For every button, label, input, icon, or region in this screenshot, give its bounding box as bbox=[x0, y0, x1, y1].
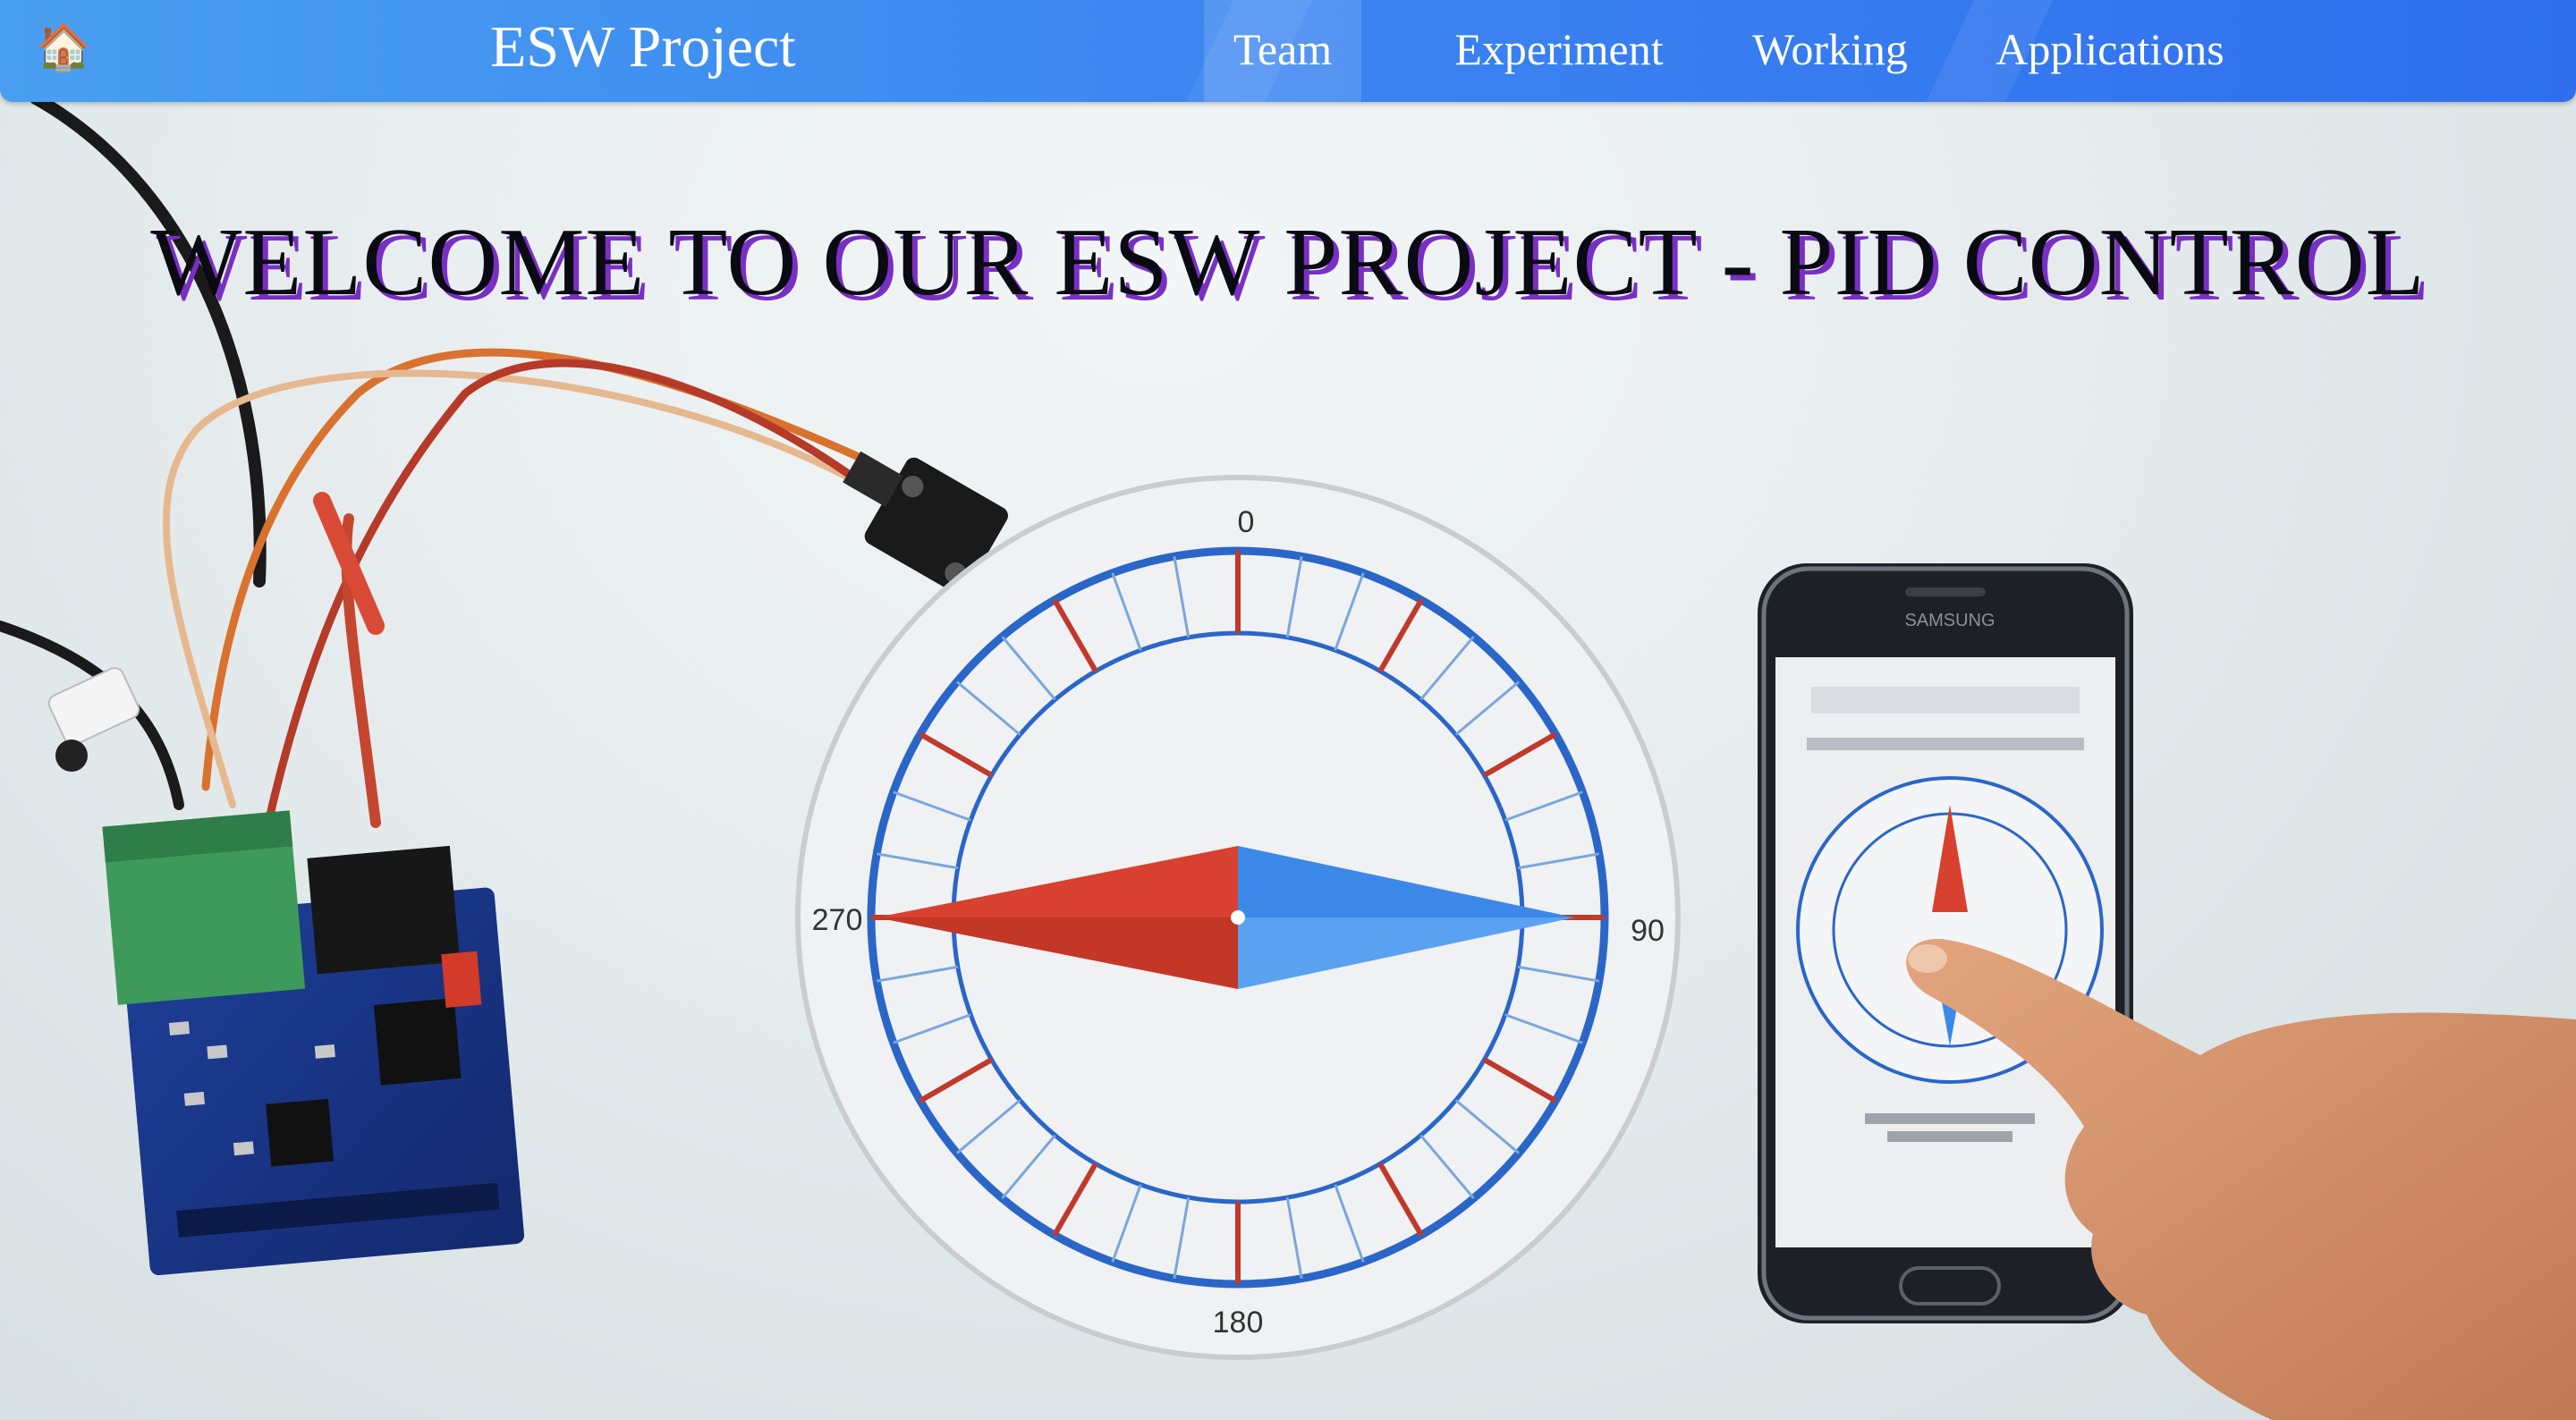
nav-link-experiment[interactable]: Experiment bbox=[1440, 0, 1678, 102]
nav-link-working[interactable]: Working bbox=[1741, 0, 1919, 102]
house-emoji-icon[interactable]: 🏠 bbox=[36, 20, 91, 75]
top-navbar: 🏠 ESW Project Team Experiment Working Ap… bbox=[0, 0, 2576, 102]
compass-label-west: 270 bbox=[812, 903, 863, 937]
brand-title[interactable]: ESW Project bbox=[490, 7, 796, 88]
microcontroller-board bbox=[102, 810, 525, 1276]
compass-dial: 0 90 180 270 bbox=[795, 475, 1681, 1360]
nav-link-applications[interactable]: Applications bbox=[1984, 0, 2236, 102]
compass-label-east: 90 bbox=[1631, 914, 1665, 948]
sensor-white bbox=[47, 667, 140, 772]
compass-label-north: 0 bbox=[1238, 505, 1255, 539]
nav-link-team[interactable]: Team bbox=[1204, 0, 1361, 102]
compass-label-south: 180 bbox=[1213, 1306, 1264, 1340]
page-headline: WELCOME TO OUR ESW PROJECT - PID CONTROL bbox=[150, 209, 2426, 316]
phone-brand-text: SAMSUNG bbox=[1904, 611, 1995, 630]
